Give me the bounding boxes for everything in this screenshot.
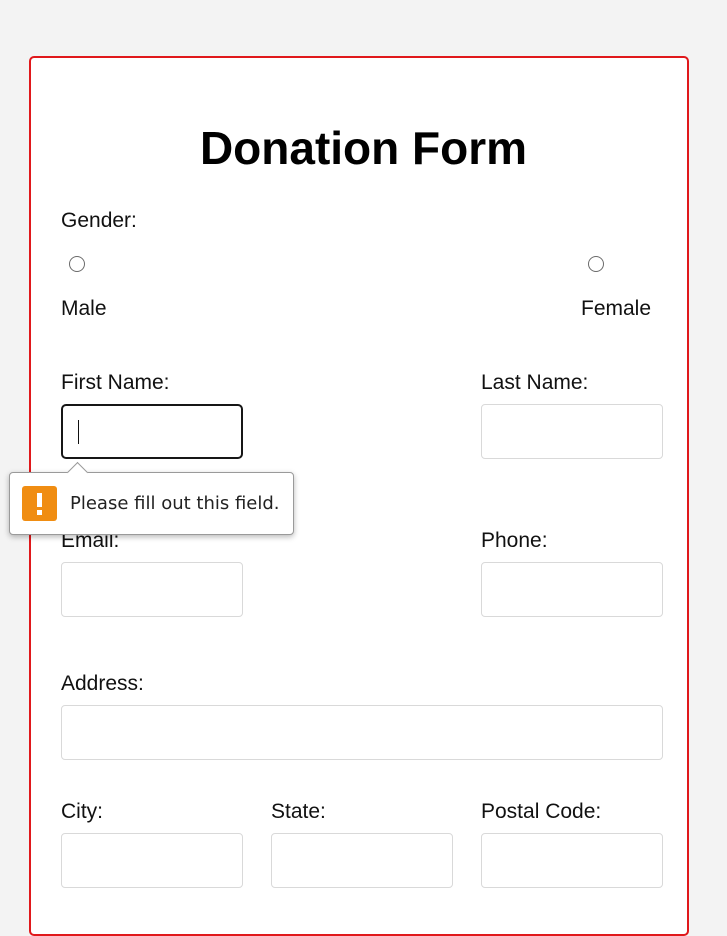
address-input[interactable] — [61, 705, 663, 760]
first-name-label: First Name: — [61, 371, 170, 394]
last-name-label: Last Name: — [481, 371, 589, 394]
postal-code-input[interactable] — [481, 833, 663, 888]
gender-male-radio[interactable] — [69, 256, 85, 272]
postal-code-label: Postal Code: — [481, 800, 602, 823]
gender-female-radio[interactable] — [588, 256, 604, 272]
form-title: Donation Form — [199, 122, 528, 174]
state-input[interactable] — [271, 833, 453, 888]
city-label: City: — [61, 800, 103, 823]
gender-male-label[interactable]: Male — [61, 297, 107, 321]
phone-label: Phone: — [481, 529, 548, 552]
validation-tooltip: Please fill out this field. — [9, 461, 294, 535]
first-name-input[interactable] — [61, 404, 243, 459]
validation-message: Please fill out this field. — [70, 493, 280, 514]
warning-icon — [22, 486, 57, 521]
gender-female-label[interactable]: Female — [581, 297, 651, 321]
phone-input[interactable] — [481, 562, 663, 617]
email-input[interactable] — [61, 562, 243, 617]
gender-label: Gender: — [61, 209, 137, 232]
address-label: Address: — [61, 672, 144, 695]
state-label: State: — [271, 800, 326, 823]
last-name-input[interactable] — [481, 404, 663, 459]
city-input[interactable] — [61, 833, 243, 888]
text-caret — [78, 420, 79, 444]
